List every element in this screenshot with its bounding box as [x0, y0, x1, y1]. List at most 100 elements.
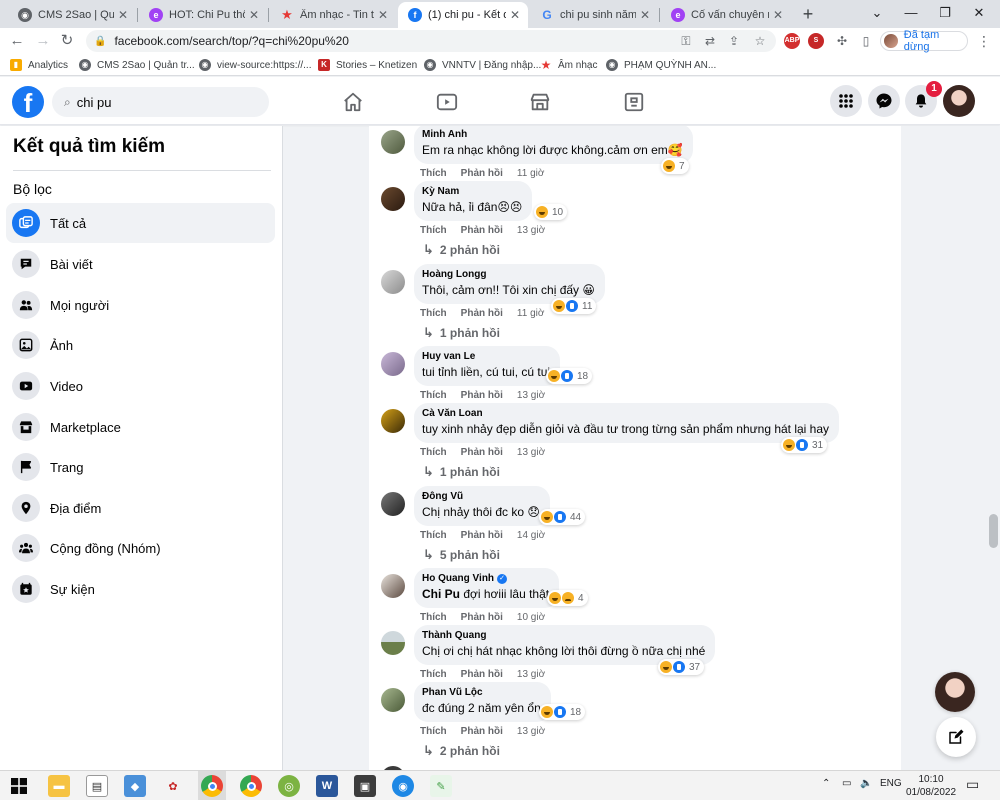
file-explorer-icon[interactable]: ▬ — [48, 775, 70, 797]
view-replies-link[interactable]: ↳ 1 phản hồi — [423, 325, 500, 341]
windows-start-icon[interactable] — [8, 775, 30, 797]
bookmark-star-icon[interactable]: ☆ — [752, 33, 768, 49]
restore-button[interactable]: ❐ — [928, 0, 962, 26]
bookmark-knetizen[interactable]: K Stories – Knetizen — [318, 57, 417, 73]
marketplace-nav-icon[interactable] — [527, 89, 553, 115]
app-icon[interactable]: ▤ — [86, 775, 108, 797]
reply-action[interactable]: Phản hồi — [461, 612, 503, 623]
like-action[interactable]: Thích — [420, 390, 447, 401]
extensions-puzzle-icon[interactable]: ✣ — [834, 33, 850, 49]
like-action[interactable]: Thích — [420, 168, 447, 179]
gaming-icon[interactable] — [621, 89, 647, 115]
like-action[interactable]: Thích — [420, 612, 447, 623]
reaction-summary[interactable]: 10 — [534, 204, 568, 220]
bookmark-analytics[interactable]: ▮ Analytics — [10, 57, 68, 73]
browser-menu-icon[interactable]: ⋮ — [976, 32, 992, 50]
system-clock[interactable]: 10:10 01/08/2022 — [905, 773, 957, 799]
reaction-summary[interactable]: 4 — [547, 590, 588, 606]
comment-time[interactable]: 11 giờ — [517, 168, 545, 179]
back-button[interactable]: ← — [6, 31, 28, 51]
reply-action[interactable]: Phản hồi — [461, 447, 503, 458]
home-icon[interactable] — [340, 89, 366, 115]
profile-paused-button[interactable]: Đã tạm dừng — [880, 29, 968, 53]
page-scrollbar[interactable] — [989, 514, 998, 548]
like-action[interactable]: Thích — [420, 308, 447, 319]
reaction-summary[interactable]: 18 — [539, 704, 586, 720]
close-icon[interactable]: ✕ — [118, 8, 128, 22]
reply-action[interactable]: Phản hồi — [461, 308, 503, 319]
browser-tab-1[interactable]: e HOT: Chi Pu thông ✕ — [139, 2, 267, 28]
avatar[interactable] — [381, 187, 405, 211]
volume-icon[interactable]: 🔈 — [860, 778, 872, 789]
comment-author[interactable]: Phan Vũ Lộc — [422, 687, 541, 698]
bookmark-pham-quynh-anh[interactable]: ◉ PHẠM QUỲNH AN... — [606, 57, 716, 73]
bookmark-view-source[interactable]: ◉ view-source:https://... — [199, 57, 311, 73]
reaction-summary[interactable]: 11 — [551, 298, 597, 314]
close-icon[interactable]: ✕ — [249, 8, 259, 22]
reply-action[interactable]: Phản hồi — [461, 530, 503, 541]
language-indicator[interactable]: ENG — [880, 778, 902, 789]
share-icon[interactable]: ⇪ — [726, 33, 742, 49]
sidebar-item-posts[interactable]: Bài viết — [6, 244, 275, 284]
sidebar-item-photos[interactable]: Ảnh — [6, 325, 275, 365]
view-replies-link[interactable]: ↳ 1 phản hồi — [423, 464, 500, 480]
bookmark-vnntv[interactable]: ◉ VNNTV | Đăng nhập... — [424, 57, 541, 73]
view-replies-link[interactable]: ↳ 2 phản hồi — [423, 242, 500, 258]
close-window-button[interactable]: ✕ — [962, 0, 996, 26]
avatar[interactable] — [381, 688, 405, 712]
avatar[interactable] — [381, 270, 405, 294]
address-bar[interactable]: 🔒 facebook.com/search/top/?q=chi%20pu%20 — [86, 30, 776, 52]
app-icon[interactable]: ✎ — [430, 775, 452, 797]
browser-tab-2[interactable]: ★ Âm nhạc - Tin tức, ✕ — [270, 2, 396, 28]
reaction-summary[interactable]: 18 — [546, 368, 593, 384]
facebook-logo-icon[interactable]: f — [12, 86, 44, 118]
close-icon[interactable]: ✕ — [510, 8, 520, 22]
sidepanel-icon[interactable]: ▯ — [858, 33, 874, 49]
sidebar-item-events[interactable]: Sự kiện — [6, 569, 275, 609]
avatar[interactable] — [381, 352, 405, 376]
network-icon[interactable]: ▭ — [842, 778, 851, 789]
adblock-extension-icon[interactable]: ABP — [784, 33, 800, 49]
app-icon[interactable]: ✿ — [162, 775, 184, 797]
app-icon[interactable]: ◎ — [278, 775, 300, 797]
avatar[interactable] — [381, 574, 405, 598]
reaction-summary[interactable]: 31 — [781, 437, 828, 453]
comment-author[interactable]: Thành Quang — [422, 630, 705, 641]
reply-action[interactable]: Phản hồi — [461, 726, 503, 737]
reply-action[interactable]: Phản hồi — [461, 225, 503, 236]
reaction-summary[interactable]: 7 — [661, 158, 689, 174]
menu-grid-icon[interactable] — [830, 85, 862, 117]
like-action[interactable]: Thích — [420, 669, 447, 680]
like-action[interactable]: Thích — [420, 726, 447, 737]
like-action[interactable]: Thích — [420, 225, 447, 236]
avatar[interactable] — [381, 631, 405, 655]
translate-icon[interactable]: ⇄ — [702, 33, 718, 49]
reply-action[interactable]: Phản hồi — [461, 168, 503, 179]
comment-time[interactable]: 13 giờ — [517, 669, 545, 680]
comment-author[interactable]: Cà Văn Loan — [422, 408, 829, 419]
comment-author[interactable]: Hoàng Longg — [422, 269, 595, 280]
sidebar-item-video[interactable]: Video — [6, 366, 275, 406]
tab-search-chevron-icon[interactable]: ⌄ — [860, 0, 894, 26]
facebook-search-input[interactable]: ⌕ chi pu — [52, 87, 269, 117]
key-icon[interactable]: ⚿ — [678, 33, 694, 49]
reply-action[interactable]: Phản hồi — [461, 390, 503, 401]
sidebar-item-people[interactable]: Mọi người — [6, 285, 275, 325]
word-icon[interactable]: W — [316, 775, 338, 797]
view-replies-link[interactable]: ↳ 5 phản hồi — [423, 547, 500, 563]
app-icon[interactable]: ▣ — [354, 775, 376, 797]
sidebar-item-groups[interactable]: Cộng đồng (Nhóm) — [6, 528, 275, 568]
watch-video-icon[interactable] — [434, 89, 460, 115]
reply-action[interactable]: Phản hồi — [461, 669, 503, 680]
minimize-button[interactable]: — — [894, 0, 928, 26]
sidebar-item-marketplace[interactable]: Marketplace — [6, 407, 275, 447]
browser-tab-4[interactable]: G chi pu sinh năm ba ✕ — [530, 2, 658, 28]
extension-icon[interactable]: S — [808, 33, 824, 49]
comment-time[interactable]: 13 giờ — [517, 225, 545, 236]
bookmark-am-nhac[interactable]: ★ Âm nhạc — [540, 57, 598, 73]
reaction-summary[interactable]: 37 — [658, 659, 705, 675]
comment-author[interactable]: Huy van Le — [422, 351, 550, 362]
avatar[interactable] — [381, 130, 405, 154]
comment-time[interactable]: 11 giờ — [517, 308, 545, 319]
chrome-profile-icon[interactable] — [240, 775, 262, 797]
